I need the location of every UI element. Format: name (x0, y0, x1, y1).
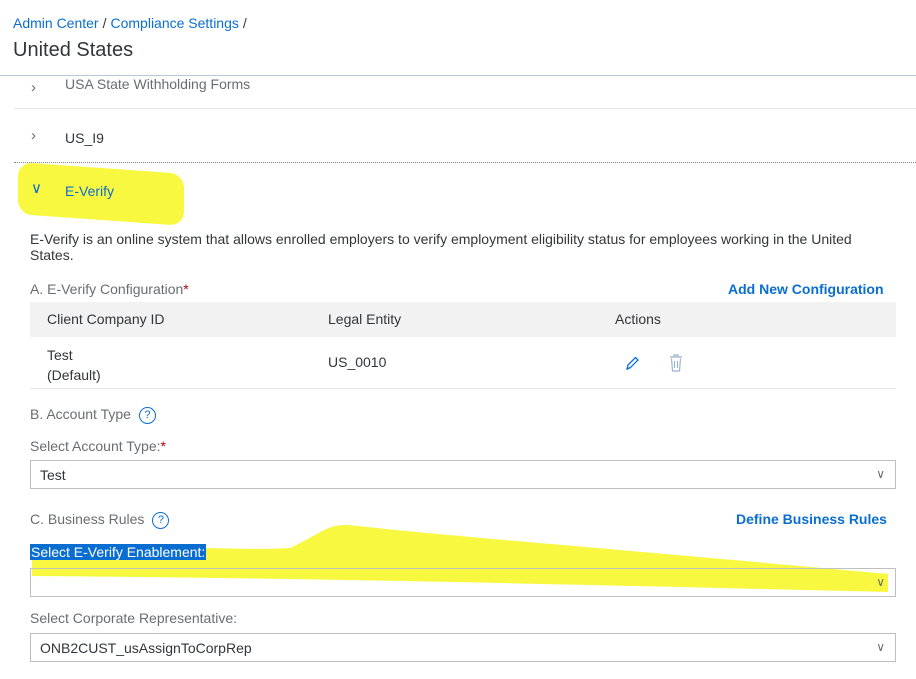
select-corporate-representative-label: Select Corporate Representative: (30, 610, 237, 626)
select-value: ONB2CUST_usAssignToCorpRep (40, 640, 252, 656)
help-icon[interactable]: ? (138, 406, 156, 424)
required-mark: * (183, 281, 189, 297)
account-type-select[interactable]: Test ∨ (30, 460, 896, 489)
breadcrumb-separator: / (102, 15, 107, 31)
table-header: Client Company ID Legal Entity Actions (30, 302, 896, 337)
section-us-i9[interactable]: › US_I9 (14, 110, 916, 163)
configuration-table: Client Company ID Legal Entity Actions T… (30, 302, 896, 389)
breadcrumb-separator: / (242, 15, 247, 31)
chevron-down-icon: ∨ (31, 180, 42, 197)
breadcrumb: Admin Center / Compliance Settings / (13, 15, 251, 31)
client-company-id: Test (47, 347, 73, 363)
section-label: E-Verify (65, 183, 115, 199)
column-header: Legal Entity (328, 311, 402, 327)
column-header: Client Company ID (47, 311, 165, 327)
breadcrumb-compliance-settings[interactable]: Compliance Settings (110, 15, 238, 31)
dropdown-arrow-icon[interactable]: ∨ (876, 575, 885, 589)
default-note: (Default) (47, 367, 101, 383)
page-title: United States (13, 39, 134, 61)
dropdown-arrow-icon[interactable]: ∨ (876, 467, 885, 481)
select-account-type-label-text: Select Account Type: (30, 438, 161, 454)
pencil-icon[interactable] (624, 354, 640, 372)
trash-icon[interactable] (668, 353, 684, 373)
section-e-verify[interactable]: ∨ E-Verify (14, 164, 916, 220)
section-usa-state-withholding[interactable]: › USA State Withholding Forms (14, 76, 916, 109)
account-type-label: B. Account Type? (30, 406, 156, 424)
select-account-type-label: Select Account Type:* (30, 438, 166, 454)
column-header: Actions (615, 311, 661, 327)
config-label: A. E-Verify Configuration* (30, 281, 189, 297)
enablement-select[interactable]: ∨ (30, 568, 896, 597)
client-company-id-cell: Test (Default) (47, 345, 101, 385)
select-enablement-label: Select E-Verify Enablement: (30, 544, 207, 560)
breadcrumb-admin-center[interactable]: Admin Center (13, 15, 99, 31)
section-label: US_I9 (65, 130, 104, 146)
table-row: Test (Default) US_0010 (30, 337, 896, 389)
account-type-label-text: B. Account Type (30, 406, 131, 422)
add-new-configuration-link[interactable]: Add New Configuration (728, 281, 884, 297)
dropdown-arrow-icon[interactable]: ∨ (876, 640, 885, 654)
corporate-representative-select[interactable]: ONB2CUST_usAssignToCorpRep ∨ (30, 633, 896, 662)
required-mark: * (160, 438, 166, 454)
legal-entity-cell: US_0010 (328, 354, 387, 370)
e-verify-description: E-Verify is an online system that allows… (30, 231, 852, 263)
chevron-right-icon: › (31, 127, 36, 144)
config-label-text: A. E-Verify Configuration (30, 281, 184, 297)
page-header: Admin Center / Compliance Settings / United… (0, 0, 916, 76)
chevron-right-icon: › (31, 79, 36, 96)
select-value: Test (40, 467, 66, 483)
section-label: USA State Withholding Forms (65, 76, 251, 92)
